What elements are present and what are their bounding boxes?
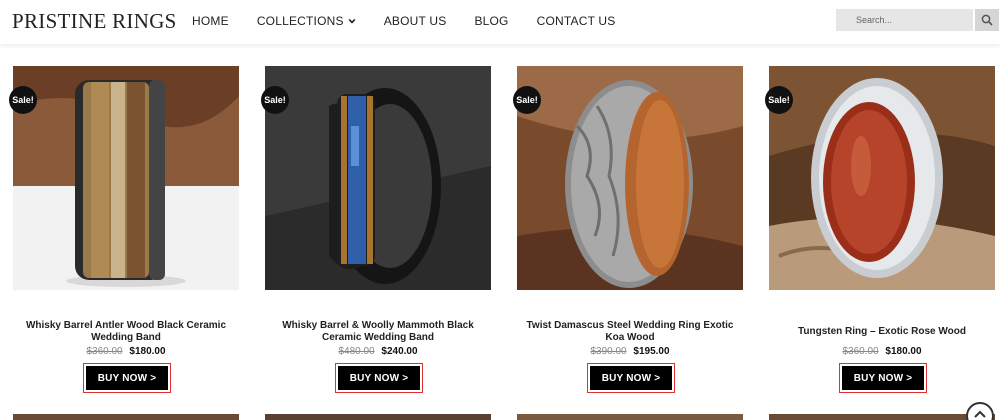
main-nav: HOME COLLECTIONS ABOUT US BLOG CONTACT U… xyxy=(192,0,644,42)
sale-badge: Sale! xyxy=(513,86,541,114)
product-title[interactable]: Tungsten Ring – Exotic Rose Wood xyxy=(769,326,995,338)
site-logo[interactable]: PRISTINE RINGS xyxy=(12,9,177,34)
scroll-to-top-button[interactable] xyxy=(966,402,994,420)
search-icon xyxy=(981,14,993,26)
sale-price: $240.00 xyxy=(381,346,418,357)
product-image[interactable] xyxy=(13,66,239,290)
sale-badge: Sale! xyxy=(9,86,37,114)
sale-badge: Sale! xyxy=(261,86,289,114)
nav-contact-us[interactable]: CONTACT US xyxy=(537,14,616,28)
sale-badge: Sale! xyxy=(765,86,793,114)
chevron-up-icon xyxy=(974,410,986,418)
product-title[interactable]: Twist Damascus Steel Wedding Ring Exotic… xyxy=(517,320,743,344)
product-image[interactable] xyxy=(265,66,491,290)
product-image xyxy=(13,414,239,420)
price: $360.00 $180.00 xyxy=(13,346,239,357)
chevron-down-icon xyxy=(348,18,356,24)
old-price: $360.00 xyxy=(842,346,879,357)
buy-now-button[interactable]: BUY NOW > xyxy=(839,363,927,393)
product-title[interactable]: Whisky Barrel & Woolly Mammoth Black Cer… xyxy=(265,320,491,344)
nav-home[interactable]: HOME xyxy=(192,14,229,28)
product-image xyxy=(517,414,743,420)
product-title[interactable]: Whisky Barrel Antler Wood Black Ceramic … xyxy=(13,320,239,344)
search-bar xyxy=(836,9,999,31)
buy-now-button[interactable]: BUY NOW > xyxy=(83,363,171,393)
product-image xyxy=(265,414,491,420)
old-price: $360.00 xyxy=(86,346,123,357)
old-price: $480.00 xyxy=(338,346,375,357)
buy-now-button[interactable]: BUY NOW > xyxy=(335,363,423,393)
product-image[interactable] xyxy=(517,66,743,290)
product-image[interactable] xyxy=(769,66,995,290)
search-button[interactable] xyxy=(975,9,999,31)
nav-about-us[interactable]: ABOUT US xyxy=(384,14,447,28)
buy-now-button[interactable]: BUY NOW > xyxy=(587,363,675,393)
search-input[interactable] xyxy=(836,9,973,31)
old-price: $390.00 xyxy=(590,346,627,357)
sale-price: $180.00 xyxy=(129,346,166,357)
price: $480.00 $240.00 xyxy=(265,346,491,357)
nav-collections-label: COLLECTIONS xyxy=(256,14,344,28)
price: $390.00 $195.00 xyxy=(517,346,743,357)
nav-blog[interactable]: BLOG xyxy=(474,14,508,28)
nav-collections[interactable]: COLLECTIONS xyxy=(257,14,356,28)
product-image xyxy=(769,414,995,420)
price: $360.00 $180.00 xyxy=(769,346,995,357)
sale-price: $195.00 xyxy=(633,346,670,357)
sale-price: $180.00 xyxy=(885,346,922,357)
site-header: PRISTINE RINGS HOME COLLECTIONS ABOUT US… xyxy=(0,0,1000,44)
